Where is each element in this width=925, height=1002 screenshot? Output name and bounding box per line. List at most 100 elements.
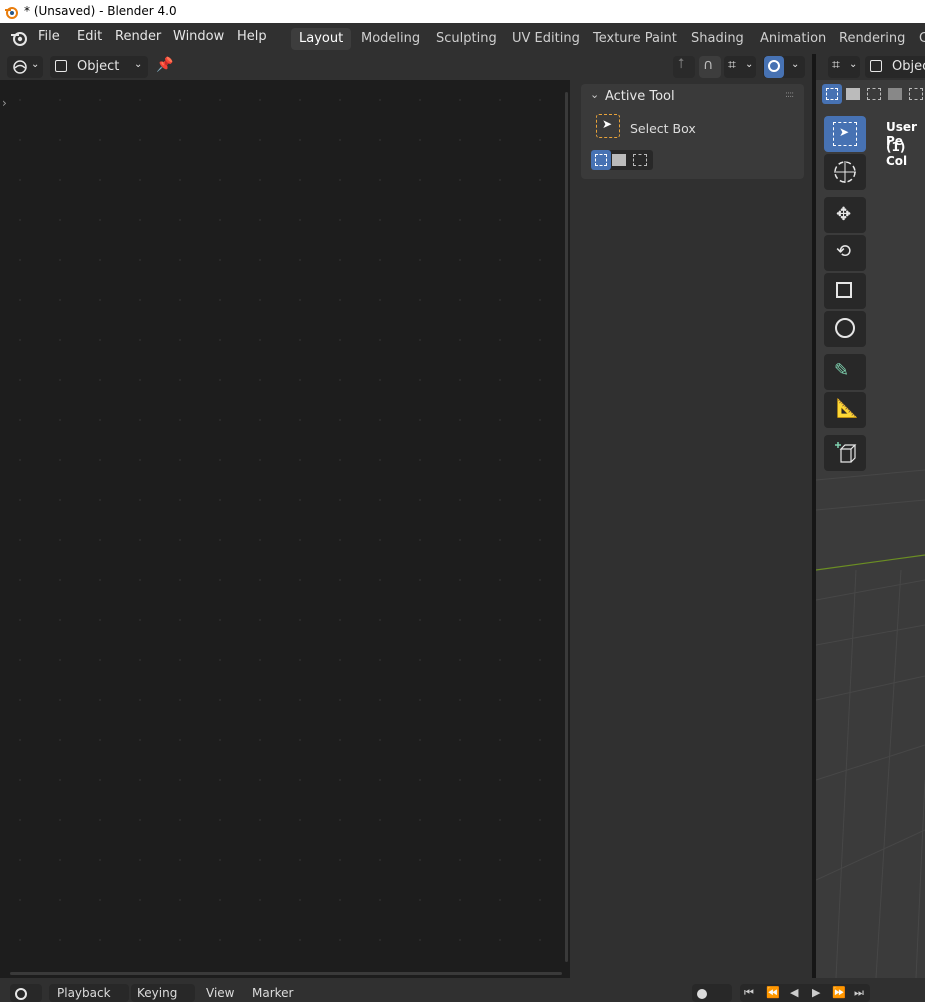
window-title: * (Unsaved) - Blender 4.0: [24, 4, 177, 18]
editor-type-button[interactable]: ⌄: [7, 56, 43, 78]
tab-texture-paint[interactable]: Texture Paint: [585, 28, 685, 50]
pin-icon[interactable]: 📌: [156, 57, 173, 73]
viewport-mode-dropdown[interactable]: Objec: [865, 56, 925, 78]
auto-keying-toggle[interactable]: [692, 984, 732, 1002]
editor-header: ⌄ Object ⌄ 📌 ⭡ ∩ ⌗ ⌄ ⌄: [0, 54, 812, 80]
tab-modeling[interactable]: Modeling: [353, 28, 428, 50]
drag-handle-icon[interactable]: ::::: [785, 90, 794, 100]
viewport-mode-value: Objec: [892, 59, 925, 74]
editor-canvas[interactable]: ›: [0, 80, 570, 978]
tool-rotate[interactable]: ⟲: [824, 235, 866, 271]
measure-icon: 📐: [836, 398, 859, 419]
playback-controls: ⏮ ⏪ ◀ ▶ ⏩ ⏭: [740, 984, 870, 1002]
jump-keyframe-forward-icon[interactable]: ⏩: [832, 986, 846, 999]
sidebar-panel: [573, 80, 812, 978]
vertical-scrollbar[interactable]: [565, 92, 568, 962]
tab-animation[interactable]: Animation: [752, 28, 834, 50]
keying-label: Keying: [137, 986, 178, 1000]
overlay-dropdown[interactable]: ⌄: [763, 56, 805, 78]
select-subtract-icon[interactable]: [633, 154, 647, 166]
tool-move[interactable]: ✥: [824, 197, 866, 233]
viewport-select-mode-group: [822, 84, 925, 104]
tool-measure[interactable]: 📐: [824, 392, 866, 428]
select-extend-icon[interactable]: [612, 154, 626, 166]
mode-dropdown[interactable]: Object ⌄: [50, 56, 148, 78]
menu-render[interactable]: Render: [115, 29, 161, 44]
menu-file[interactable]: File: [38, 29, 60, 44]
tool-scale[interactable]: [824, 273, 866, 309]
active-tool-name: Select Box: [630, 121, 696, 136]
chevron-right-icon[interactable]: ›: [2, 96, 7, 110]
mode-value: Object: [77, 59, 120, 74]
chevron-down-icon: ⌄: [134, 59, 143, 70]
rotate-icon: ⟲: [836, 241, 852, 262]
menu-window[interactable]: Window: [173, 29, 224, 44]
menu-edit[interactable]: Edit: [77, 29, 102, 44]
select-intersect-icon[interactable]: [909, 88, 923, 100]
timeline-editor-type-button[interactable]: [10, 984, 42, 1002]
record-icon: [697, 989, 707, 999]
cursor-3d-icon: [834, 161, 856, 183]
tab-layout[interactable]: Layout: [291, 28, 352, 50]
chevron-down-icon[interactable]: ⌄: [590, 88, 599, 101]
jump-keyframe-back-icon[interactable]: ⏪: [766, 986, 780, 999]
menu-marker[interactable]: Marker: [252, 986, 293, 1000]
cursor-arrow-icon: ➤: [602, 117, 613, 131]
snap-toggle-button[interactable]: ∩: [699, 56, 721, 78]
select-new-icon[interactable]: [591, 150, 611, 170]
tab-rendering[interactable]: Rendering: [831, 28, 913, 50]
selection-mode-group: [591, 150, 653, 170]
object-mode-icon: [870, 60, 882, 72]
jump-start-icon[interactable]: ⏮: [744, 986, 754, 1000]
tool-cursor[interactable]: [824, 154, 866, 190]
active-tool-panel: ⌄ Active Tool :::: ➤ Select Box: [581, 84, 804, 179]
select-new-icon[interactable]: [822, 84, 842, 104]
keying-menu[interactable]: Keying: [131, 984, 195, 1002]
transform-icon: [835, 318, 855, 338]
tab-compositing[interactable]: C: [911, 28, 925, 50]
horizontal-scrollbar[interactable]: [10, 972, 562, 975]
chevron-down-icon: ⌄: [849, 59, 858, 70]
viewport-editor-type-button[interactable]: ⌗ ⌄: [828, 56, 860, 78]
tab-uv-editing[interactable]: UV Editing: [504, 28, 588, 50]
play-icon[interactable]: ▶: [812, 986, 820, 999]
active-tool-title: Active Tool: [605, 89, 675, 104]
snap-grid-icon: ⌗: [728, 57, 736, 73]
cursor-arrow-icon: ➤: [839, 125, 850, 139]
chevron-down-icon: ⌄: [745, 59, 754, 70]
viewport-icon: ⌗: [832, 57, 840, 73]
editor-type-icon: [13, 60, 27, 74]
menu-view[interactable]: View: [206, 986, 234, 1000]
select-subtract-icon[interactable]: [867, 88, 881, 100]
menu-help[interactable]: Help: [237, 29, 267, 44]
scale-icon: [836, 282, 852, 298]
proportional-up-button[interactable]: ⭡: [673, 56, 695, 78]
viewport-overlay-collection: (1) Col: [886, 140, 908, 168]
overlay-icon: [768, 60, 780, 72]
annotate-icon: ✎: [834, 360, 850, 381]
tab-shading[interactable]: Shading: [683, 28, 752, 50]
magnet-icon: ∩: [703, 57, 714, 73]
jump-end-icon[interactable]: ⏭: [854, 986, 864, 1000]
snap-target-dropdown[interactable]: ⌗ ⌄: [724, 56, 756, 78]
tab-sculpting[interactable]: Sculpting: [428, 28, 505, 50]
play-reverse-icon[interactable]: ◀: [790, 986, 798, 999]
arrow-up-icon: ⭡: [678, 56, 685, 72]
timeline-header: Playback Keying View Marker ⏮ ⏪ ◀ ▶ ⏩ ⏭: [0, 978, 925, 1002]
select-new-glyph: [595, 154, 607, 166]
select-extend-icon[interactable]: [846, 88, 860, 100]
select-box-icon[interactable]: ➤: [596, 114, 620, 138]
select-new-glyph: [826, 88, 838, 100]
title-bar: * (Unsaved) - Blender 4.0: [0, 0, 925, 23]
tool-annotate[interactable]: ✎: [824, 354, 866, 390]
chevron-down-icon: ⌄: [791, 59, 800, 70]
blender-menu-icon[interactable]: [10, 29, 28, 47]
viewport-header: ⌗ ⌄ Objec: [816, 54, 925, 80]
chevron-down-icon: ⌄: [31, 59, 40, 70]
tool-select-box[interactable]: ➤: [824, 116, 866, 152]
tool-transform[interactable]: [824, 311, 866, 347]
playback-menu[interactable]: Playback: [49, 984, 129, 1002]
top-menu-bar: File Edit Render Window Help Layout Mode…: [0, 23, 925, 54]
tool-add-cube[interactable]: [824, 435, 866, 471]
select-invert-icon[interactable]: [888, 88, 902, 100]
